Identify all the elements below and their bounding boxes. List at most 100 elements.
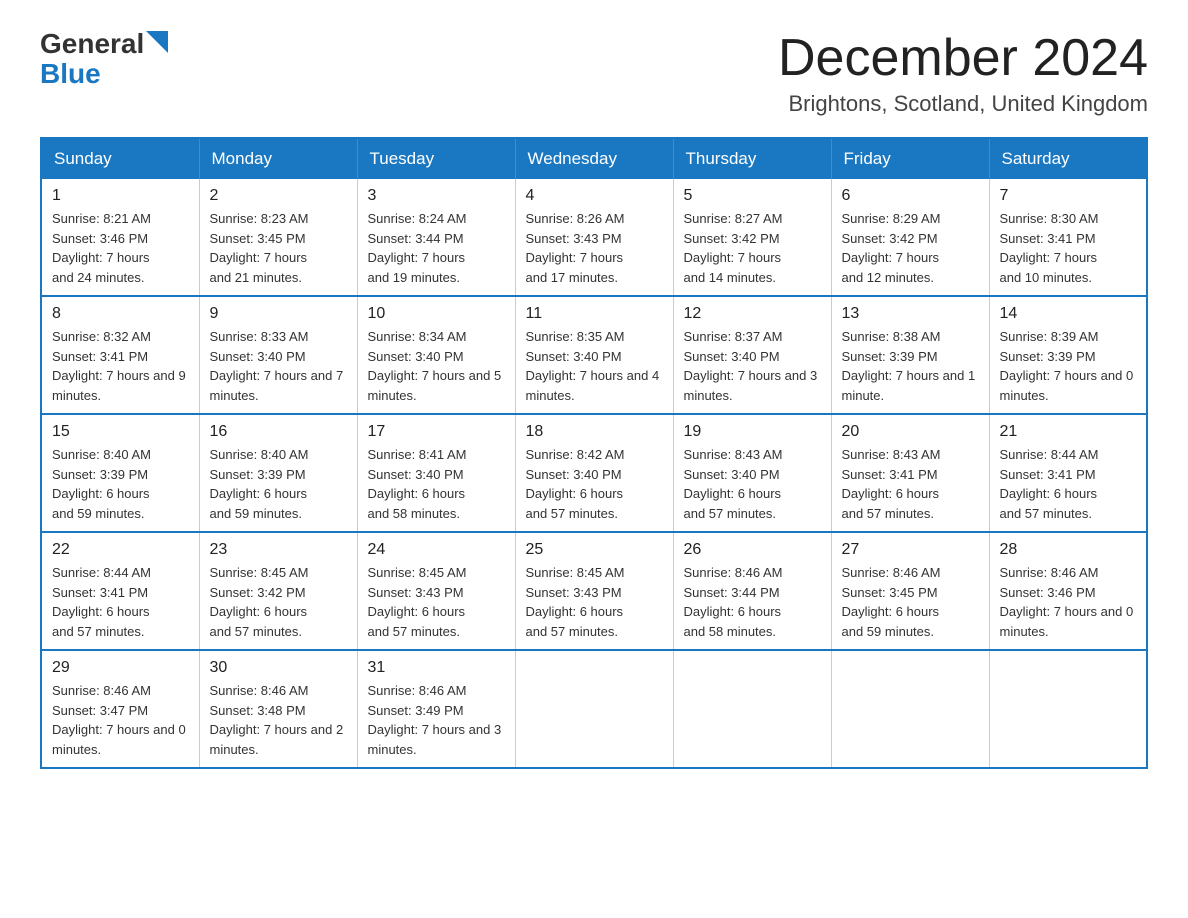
day-number: 11 bbox=[526, 305, 663, 323]
day-info: Sunrise: 8:27 AMSunset: 3:42 PMDaylight:… bbox=[684, 209, 821, 287]
calendar-cell: 24 Sunrise: 8:45 AMSunset: 3:43 PMDaylig… bbox=[357, 532, 515, 650]
day-number: 2 bbox=[210, 187, 347, 205]
day-number: 9 bbox=[210, 305, 347, 323]
month-title: December 2024 bbox=[778, 30, 1148, 87]
calendar-cell: 20 Sunrise: 8:43 AMSunset: 3:41 PMDaylig… bbox=[831, 414, 989, 532]
calendar-cell: 9 Sunrise: 8:33 AMSunset: 3:40 PMDayligh… bbox=[199, 296, 357, 414]
calendar-cell: 3 Sunrise: 8:24 AMSunset: 3:44 PMDayligh… bbox=[357, 179, 515, 296]
day-info: Sunrise: 8:46 AMSunset: 3:48 PMDaylight:… bbox=[210, 681, 347, 759]
calendar-cell: 16 Sunrise: 8:40 AMSunset: 3:39 PMDaylig… bbox=[199, 414, 357, 532]
day-info: Sunrise: 8:42 AMSunset: 3:40 PMDaylight:… bbox=[526, 445, 663, 523]
calendar-cell: 22 Sunrise: 8:44 AMSunset: 3:41 PMDaylig… bbox=[41, 532, 199, 650]
calendar-cell: 6 Sunrise: 8:29 AMSunset: 3:42 PMDayligh… bbox=[831, 179, 989, 296]
day-number: 6 bbox=[842, 187, 979, 205]
day-info: Sunrise: 8:44 AMSunset: 3:41 PMDaylight:… bbox=[52, 563, 189, 641]
logo-general: General bbox=[40, 30, 144, 58]
day-number: 21 bbox=[1000, 423, 1137, 441]
location: Brightons, Scotland, United Kingdom bbox=[778, 91, 1148, 117]
day-info: Sunrise: 8:26 AMSunset: 3:43 PMDaylight:… bbox=[526, 209, 663, 287]
day-number: 13 bbox=[842, 305, 979, 323]
day-number: 20 bbox=[842, 423, 979, 441]
calendar-cell: 5 Sunrise: 8:27 AMSunset: 3:42 PMDayligh… bbox=[673, 179, 831, 296]
day-info: Sunrise: 8:34 AMSunset: 3:40 PMDaylight:… bbox=[368, 327, 505, 405]
calendar-cell: 11 Sunrise: 8:35 AMSunset: 3:40 PMDaylig… bbox=[515, 296, 673, 414]
calendar-cell: 18 Sunrise: 8:42 AMSunset: 3:40 PMDaylig… bbox=[515, 414, 673, 532]
calendar-cell: 14 Sunrise: 8:39 AMSunset: 3:39 PMDaylig… bbox=[989, 296, 1147, 414]
day-number: 1 bbox=[52, 187, 189, 205]
day-number: 28 bbox=[1000, 541, 1137, 559]
day-info: Sunrise: 8:45 AMSunset: 3:43 PMDaylight:… bbox=[368, 563, 505, 641]
day-number: 16 bbox=[210, 423, 347, 441]
day-info: Sunrise: 8:46 AMSunset: 3:49 PMDaylight:… bbox=[368, 681, 505, 759]
calendar-cell bbox=[831, 650, 989, 768]
logo-blue: Blue bbox=[40, 58, 101, 89]
calendar-header-row: SundayMondayTuesdayWednesdayThursdayFrid… bbox=[41, 138, 1147, 179]
calendar-cell: 17 Sunrise: 8:41 AMSunset: 3:40 PMDaylig… bbox=[357, 414, 515, 532]
calendar-cell: 15 Sunrise: 8:40 AMSunset: 3:39 PMDaylig… bbox=[41, 414, 199, 532]
calendar-cell: 31 Sunrise: 8:46 AMSunset: 3:49 PMDaylig… bbox=[357, 650, 515, 768]
day-info: Sunrise: 8:33 AMSunset: 3:40 PMDaylight:… bbox=[210, 327, 347, 405]
calendar-cell: 13 Sunrise: 8:38 AMSunset: 3:39 PMDaylig… bbox=[831, 296, 989, 414]
day-info: Sunrise: 8:45 AMSunset: 3:42 PMDaylight:… bbox=[210, 563, 347, 641]
day-info: Sunrise: 8:24 AMSunset: 3:44 PMDaylight:… bbox=[368, 209, 505, 287]
day-number: 14 bbox=[1000, 305, 1137, 323]
calendar-cell: 1 Sunrise: 8:21 AMSunset: 3:46 PMDayligh… bbox=[41, 179, 199, 296]
day-info: Sunrise: 8:32 AMSunset: 3:41 PMDaylight:… bbox=[52, 327, 189, 405]
day-number: 12 bbox=[684, 305, 821, 323]
day-number: 25 bbox=[526, 541, 663, 559]
day-number: 10 bbox=[368, 305, 505, 323]
calendar-cell bbox=[673, 650, 831, 768]
day-info: Sunrise: 8:38 AMSunset: 3:39 PMDaylight:… bbox=[842, 327, 979, 405]
calendar-week-row: 1 Sunrise: 8:21 AMSunset: 3:46 PMDayligh… bbox=[41, 179, 1147, 296]
logo: General Blue bbox=[40, 30, 168, 90]
title-section: December 2024 Brightons, Scotland, Unite… bbox=[778, 30, 1148, 117]
calendar-cell: 29 Sunrise: 8:46 AMSunset: 3:47 PMDaylig… bbox=[41, 650, 199, 768]
day-number: 18 bbox=[526, 423, 663, 441]
day-number: 19 bbox=[684, 423, 821, 441]
calendar-week-row: 15 Sunrise: 8:40 AMSunset: 3:39 PMDaylig… bbox=[41, 414, 1147, 532]
calendar-week-row: 29 Sunrise: 8:46 AMSunset: 3:47 PMDaylig… bbox=[41, 650, 1147, 768]
calendar-cell: 12 Sunrise: 8:37 AMSunset: 3:40 PMDaylig… bbox=[673, 296, 831, 414]
day-number: 26 bbox=[684, 541, 821, 559]
day-number: 3 bbox=[368, 187, 505, 205]
calendar-cell: 25 Sunrise: 8:45 AMSunset: 3:43 PMDaylig… bbox=[515, 532, 673, 650]
day-info: Sunrise: 8:41 AMSunset: 3:40 PMDaylight:… bbox=[368, 445, 505, 523]
calendar-week-row: 22 Sunrise: 8:44 AMSunset: 3:41 PMDaylig… bbox=[41, 532, 1147, 650]
calendar-cell: 21 Sunrise: 8:44 AMSunset: 3:41 PMDaylig… bbox=[989, 414, 1147, 532]
day-info: Sunrise: 8:46 AMSunset: 3:45 PMDaylight:… bbox=[842, 563, 979, 641]
calendar-header-friday: Friday bbox=[831, 138, 989, 179]
day-info: Sunrise: 8:45 AMSunset: 3:43 PMDaylight:… bbox=[526, 563, 663, 641]
day-info: Sunrise: 8:29 AMSunset: 3:42 PMDaylight:… bbox=[842, 209, 979, 287]
day-number: 23 bbox=[210, 541, 347, 559]
calendar-header-monday: Monday bbox=[199, 138, 357, 179]
calendar-header-wednesday: Wednesday bbox=[515, 138, 673, 179]
day-info: Sunrise: 8:43 AMSunset: 3:41 PMDaylight:… bbox=[842, 445, 979, 523]
day-info: Sunrise: 8:35 AMSunset: 3:40 PMDaylight:… bbox=[526, 327, 663, 405]
day-info: Sunrise: 8:40 AMSunset: 3:39 PMDaylight:… bbox=[52, 445, 189, 523]
day-number: 4 bbox=[526, 187, 663, 205]
day-number: 15 bbox=[52, 423, 189, 441]
day-info: Sunrise: 8:46 AMSunset: 3:44 PMDaylight:… bbox=[684, 563, 821, 641]
calendar-cell: 26 Sunrise: 8:46 AMSunset: 3:44 PMDaylig… bbox=[673, 532, 831, 650]
day-info: Sunrise: 8:30 AMSunset: 3:41 PMDaylight:… bbox=[1000, 209, 1137, 287]
day-number: 31 bbox=[368, 659, 505, 677]
calendar-cell: 4 Sunrise: 8:26 AMSunset: 3:43 PMDayligh… bbox=[515, 179, 673, 296]
day-number: 27 bbox=[842, 541, 979, 559]
calendar-cell: 7 Sunrise: 8:30 AMSunset: 3:41 PMDayligh… bbox=[989, 179, 1147, 296]
calendar-cell: 23 Sunrise: 8:45 AMSunset: 3:42 PMDaylig… bbox=[199, 532, 357, 650]
calendar-cell: 30 Sunrise: 8:46 AMSunset: 3:48 PMDaylig… bbox=[199, 650, 357, 768]
day-info: Sunrise: 8:44 AMSunset: 3:41 PMDaylight:… bbox=[1000, 445, 1137, 523]
day-number: 29 bbox=[52, 659, 189, 677]
day-info: Sunrise: 8:40 AMSunset: 3:39 PMDaylight:… bbox=[210, 445, 347, 523]
day-number: 7 bbox=[1000, 187, 1137, 205]
day-number: 24 bbox=[368, 541, 505, 559]
day-number: 5 bbox=[684, 187, 821, 205]
calendar-header-saturday: Saturday bbox=[989, 138, 1147, 179]
day-info: Sunrise: 8:46 AMSunset: 3:46 PMDaylight:… bbox=[1000, 563, 1137, 641]
day-info: Sunrise: 8:39 AMSunset: 3:39 PMDaylight:… bbox=[1000, 327, 1137, 405]
day-number: 22 bbox=[52, 541, 189, 559]
day-info: Sunrise: 8:46 AMSunset: 3:47 PMDaylight:… bbox=[52, 681, 189, 759]
calendar-cell: 28 Sunrise: 8:46 AMSunset: 3:46 PMDaylig… bbox=[989, 532, 1147, 650]
calendar-cell: 10 Sunrise: 8:34 AMSunset: 3:40 PMDaylig… bbox=[357, 296, 515, 414]
calendar-cell bbox=[515, 650, 673, 768]
